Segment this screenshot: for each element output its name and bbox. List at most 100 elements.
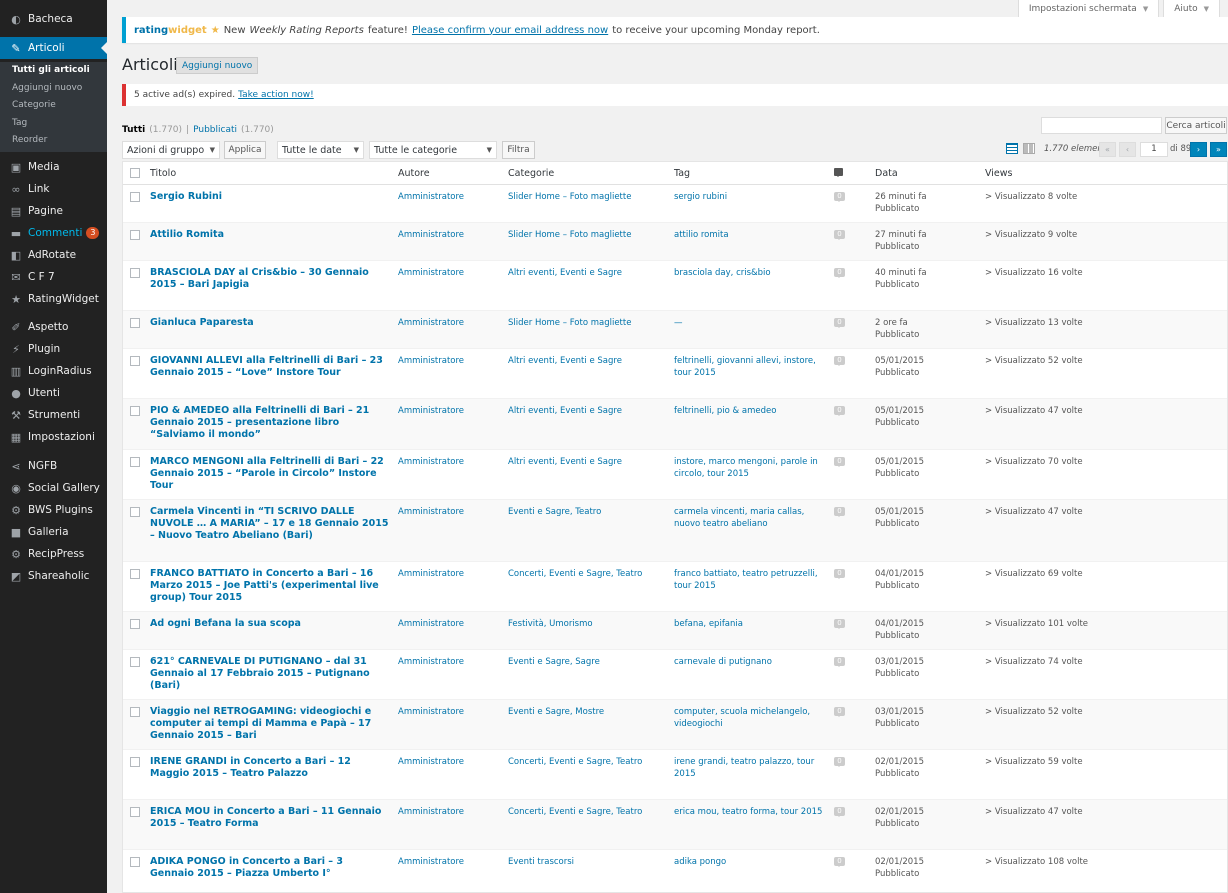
- apply-button[interactable]: Applica: [224, 141, 266, 159]
- row-checkbox[interactable]: [130, 192, 140, 202]
- post-tags[interactable]: feltrinelli, pio & amedeo: [674, 405, 826, 417]
- column-date[interactable]: Data: [875, 168, 898, 179]
- post-tags[interactable]: irene grandi, teatro palazzo, tour 2015: [674, 756, 826, 780]
- post-title-link[interactable]: PIO & AMEDEO alla Feltrinelli di Bari – …: [150, 405, 390, 441]
- post-tags[interactable]: carmela vincenti, maria callas, nuovo te…: [674, 506, 826, 530]
- post-author-link[interactable]: Amministratore: [398, 405, 498, 417]
- sidebar-item-bacheca[interactable]: ◐ Bacheca: [0, 8, 107, 30]
- post-tags[interactable]: franco battiato, teatro petruzzelli, tou…: [674, 568, 826, 592]
- post-title-link[interactable]: GIOVANNI ALLEVI alla Feltrinelli di Bari…: [150, 355, 390, 379]
- post-categories[interactable]: Altri eventi, Eventi e Sagre: [508, 355, 658, 367]
- prev-page-button[interactable]: ‹: [1119, 142, 1136, 157]
- comment-count-icon[interactable]: 0: [834, 757, 845, 767]
- post-tags[interactable]: brasciola day, cris&bio: [674, 267, 826, 279]
- post-categories[interactable]: Slider Home – Foto magliette: [508, 229, 658, 241]
- post-author-link[interactable]: Amministratore: [398, 317, 498, 329]
- sidebar-item-loginradius[interactable]: ▥ LoginRadius: [0, 360, 107, 382]
- comment-count-icon[interactable]: 0: [834, 707, 845, 717]
- submenu-item[interactable]: Tag: [0, 115, 107, 133]
- post-author-link[interactable]: Amministratore: [398, 618, 498, 630]
- row-checkbox[interactable]: [130, 356, 140, 366]
- comment-count-icon[interactable]: 0: [834, 356, 845, 366]
- comment-count-icon[interactable]: 0: [834, 619, 845, 629]
- row-checkbox[interactable]: [130, 457, 140, 467]
- post-tags[interactable]: attilio romita: [674, 229, 826, 241]
- comment-count-icon[interactable]: 0: [834, 318, 845, 328]
- row-checkbox[interactable]: [130, 268, 140, 278]
- post-author-link[interactable]: Amministratore: [398, 355, 498, 367]
- sidebar-item-utenti[interactable]: ● Utenti: [0, 382, 107, 404]
- comment-count-icon[interactable]: 0: [834, 507, 845, 517]
- comment-count-icon[interactable]: 0: [834, 857, 845, 867]
- search-posts-button[interactable]: Cerca articoli: [1165, 117, 1227, 134]
- sidebar-item-ratingwidget[interactable]: ★ RatingWidget: [0, 288, 107, 310]
- row-checkbox[interactable]: [130, 807, 140, 817]
- date-filter-select[interactable]: Tutte le date ▼: [277, 141, 364, 159]
- post-categories[interactable]: Concerti, Eventi e Sagre, Teatro: [508, 568, 658, 580]
- sidebar-item-recippress[interactable]: ⚙ RecipPress: [0, 543, 107, 565]
- view-all-link[interactable]: Tutti: [122, 125, 145, 135]
- row-checkbox[interactable]: [130, 707, 140, 717]
- comment-count-icon[interactable]: 0: [834, 230, 845, 240]
- sidebar-item-impostazioni[interactable]: ▦ Impostazioni: [0, 426, 107, 448]
- comment-count-icon[interactable]: 0: [834, 192, 845, 202]
- row-checkbox[interactable]: [130, 619, 140, 629]
- last-page-button[interactable]: »: [1210, 142, 1227, 157]
- post-categories[interactable]: Slider Home – Foto magliette: [508, 317, 658, 329]
- post-title-link[interactable]: BRASCIOLA DAY al Cris&bio – 30 Gennaio 2…: [150, 267, 390, 291]
- sidebar-item-media[interactable]: ▣ Media: [0, 156, 107, 178]
- post-title-link[interactable]: ADIKA PONGO in Concerto a Bari – 3 Genna…: [150, 856, 390, 880]
- post-categories[interactable]: Concerti, Eventi e Sagre, Teatro: [508, 806, 658, 818]
- post-author-link[interactable]: Amministratore: [398, 267, 498, 279]
- post-author-link[interactable]: Amministratore: [398, 191, 498, 203]
- comment-count-icon[interactable]: 0: [834, 268, 845, 278]
- sidebar-item-articoli[interactable]: ✎ Articoli: [0, 37, 107, 59]
- post-tags[interactable]: instore, marco mengoni, parole in circol…: [674, 456, 826, 480]
- add-new-button[interactable]: Aggiungi nuovo: [176, 57, 259, 74]
- excerpt-view-icon[interactable]: [1023, 143, 1035, 154]
- submenu-item[interactable]: Tutti gli articoli: [0, 62, 107, 80]
- post-categories[interactable]: Eventi e Sagre, Mostre: [508, 706, 658, 718]
- comment-count-icon[interactable]: 0: [834, 807, 845, 817]
- post-title-link[interactable]: Viaggio nel RETROGAMING: videogiochi e c…: [150, 706, 390, 742]
- post-tags[interactable]: adika pongo: [674, 856, 826, 868]
- sidebar-item-shareaholic[interactable]: ◩ Shareaholic: [0, 565, 107, 587]
- row-checkbox[interactable]: [130, 757, 140, 767]
- list-view-icon[interactable]: [1006, 143, 1018, 154]
- row-checkbox[interactable]: [130, 507, 140, 517]
- submenu-item[interactable]: Aggiungi nuovo: [0, 80, 107, 98]
- post-author-link[interactable]: Amministratore: [398, 706, 498, 718]
- post-title-link[interactable]: Carmela Vincenti in “TI SCRIVO DALLE NUV…: [150, 506, 390, 542]
- post-categories[interactable]: Festività, Umorismo: [508, 618, 658, 630]
- post-author-link[interactable]: Amministratore: [398, 229, 498, 241]
- comment-count-icon[interactable]: 0: [834, 657, 845, 667]
- post-author-link[interactable]: Amministratore: [398, 656, 498, 668]
- sidebar-item-social-gallery[interactable]: ◉ Social Gallery: [0, 477, 107, 499]
- bulk-actions-select[interactable]: Azioni di gruppo ▼: [122, 141, 220, 159]
- post-title-link[interactable]: Attilio Romita: [150, 229, 390, 241]
- sidebar-item-aspetto[interactable]: ✐ Aspetto: [0, 316, 107, 338]
- row-checkbox[interactable]: [130, 657, 140, 667]
- sidebar-item-pagine[interactable]: ▤ Pagine: [0, 200, 107, 222]
- sidebar-item-plugin[interactable]: ⚡ Plugin: [0, 338, 107, 360]
- sidebar-item-adrotate[interactable]: ◧ AdRotate: [0, 244, 107, 266]
- first-page-button[interactable]: «: [1099, 142, 1116, 157]
- comment-count-icon[interactable]: 0: [834, 457, 845, 467]
- next-page-button[interactable]: ›: [1190, 142, 1207, 157]
- row-checkbox[interactable]: [130, 406, 140, 416]
- post-title-link[interactable]: IRENE GRANDI in Concerto a Bari – 12 Mag…: [150, 756, 390, 780]
- post-author-link[interactable]: Amministratore: [398, 506, 498, 518]
- comments-column-icon[interactable]: [834, 168, 843, 177]
- post-title-link[interactable]: 621° CARNEVALE DI PUTIGNANO – dal 31 Gen…: [150, 656, 390, 692]
- post-categories[interactable]: Eventi e Sagre, Teatro: [508, 506, 658, 518]
- post-title-link[interactable]: FRANCO BATTIATO in Concerto a Bari – 16 …: [150, 568, 390, 604]
- post-title-link[interactable]: Ad ogni Befana la sua scopa: [150, 618, 390, 630]
- post-tags[interactable]: befana, epifania: [674, 618, 826, 630]
- sidebar-item-galleria[interactable]: ■ Galleria: [0, 521, 107, 543]
- confirm-email-link[interactable]: Please confirm your email address now: [412, 25, 608, 36]
- comment-count-icon[interactable]: 0: [834, 406, 845, 416]
- sidebar-item-commenti[interactable]: ▬ Commenti 3: [0, 222, 107, 244]
- post-author-link[interactable]: Amministratore: [398, 756, 498, 768]
- category-filter-select[interactable]: Tutte le categorie ▼: [369, 141, 497, 159]
- post-author-link[interactable]: Amministratore: [398, 806, 498, 818]
